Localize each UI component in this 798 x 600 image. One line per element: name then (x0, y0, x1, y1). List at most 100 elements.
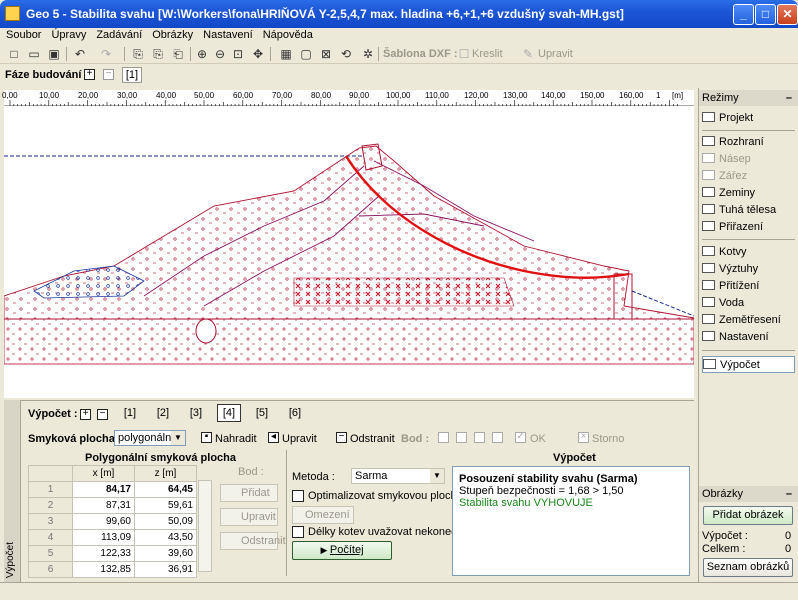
dxf-edit-button[interactable]: Upravit (538, 48, 573, 60)
optimize-checkbox[interactable] (292, 490, 304, 502)
cell-x[interactable]: 122,33 (72, 545, 135, 562)
maximize-button[interactable]: □ (755, 4, 776, 25)
side-tab-vypocet[interactable]: Výpočet (4, 400, 21, 582)
replace-button[interactable]: Nahradit (215, 433, 257, 445)
column-header-z: z [m] (134, 465, 197, 482)
phase-tab-1[interactable]: [1] (122, 67, 142, 83)
calc-tab-2[interactable]: [2] (151, 404, 175, 422)
cell-z[interactable]: 59,61 (134, 497, 197, 514)
ok-button[interactable]: OK (530, 433, 546, 445)
cell-z[interactable]: 36,91 (134, 561, 197, 578)
mode-pritizeni[interactable]: Přitížení (702, 278, 795, 295)
zoom-window-icon[interactable]: ⊡ (230, 46, 246, 62)
menu-nastaveni[interactable]: Nastavení (199, 28, 257, 42)
zoom-in-icon[interactable]: ⊕ (194, 46, 210, 62)
remove-phase-button[interactable]: − (103, 69, 114, 80)
cancel-button[interactable]: Storno (592, 433, 624, 445)
collapse-icon[interactable]: – (786, 486, 792, 502)
frame-icon[interactable]: ▢ (298, 46, 314, 62)
cell-x[interactable]: 113,09 (72, 529, 135, 546)
edit-point-button[interactable]: Upravit (220, 508, 278, 526)
ruler-tick-label: 70,00 (272, 91, 293, 100)
calc-tab-5[interactable]: [5] (250, 404, 274, 422)
cell-z[interactable]: 64,45 (134, 481, 197, 498)
minimize-button[interactable]: _ (733, 4, 754, 25)
horizontal-ruler: 0,00 10,00 20,00 30,00 40,00 50,00 60,00… (2, 90, 694, 106)
zoom-reset-icon[interactable]: ⟲ (338, 46, 354, 62)
save-icon[interactable]: ▣ (46, 46, 62, 62)
table-row[interactable]: 5 122,33 39,60 (28, 545, 197, 562)
mode-tuha-telesa[interactable]: Tuhá tělesa (702, 202, 795, 219)
calc-tab-6[interactable]: [6] (283, 404, 307, 422)
picture-list-button[interactable]: Seznam obrázků (703, 558, 793, 577)
pan-icon[interactable]: ✥ (250, 46, 266, 62)
copy-view-icon[interactable]: ⎘ (130, 46, 146, 62)
compute-button[interactable]: ▶ Počítej (292, 541, 392, 560)
close-button[interactable]: ✕ (777, 4, 798, 25)
table-row[interactable]: 2 87,31 59,61 (28, 497, 197, 514)
menu-obrazky[interactable]: Obrázky (148, 28, 197, 42)
edit-button[interactable]: Upravit (282, 433, 317, 445)
remove-calc-button[interactable]: − (97, 409, 108, 420)
table-row[interactable]: 6 132,85 36,91 (28, 561, 197, 578)
cell-x[interactable]: 132,85 (72, 561, 135, 578)
limits-button[interactable]: Omezení (292, 506, 354, 524)
fit-icon[interactable]: ⊠ (318, 46, 334, 62)
menu-napoveda[interactable]: Nápověda (259, 28, 317, 42)
add-calc-button[interactable]: + (80, 409, 91, 420)
drawing-canvas[interactable] (3, 106, 695, 398)
add-point-button[interactable]: Přidat (220, 484, 278, 502)
mode-zeminy[interactable]: Zeminy (702, 185, 795, 202)
pictures-header-label: Obrázky (702, 488, 743, 500)
dxf-draw-button[interactable]: Kreslit (472, 48, 503, 60)
mode-kotvy[interactable]: Kotvy (702, 244, 795, 261)
surface-type-select[interactable]: polygonální ▼ (114, 430, 186, 446)
cell-x[interactable]: 99,60 (72, 513, 135, 530)
cell-z[interactable]: 43,50 (134, 529, 197, 546)
bod-label: Bod : (401, 433, 430, 445)
zoom-out-icon[interactable]: ⊖ (212, 46, 228, 62)
redo-icon[interactable]: ↷ (98, 46, 114, 62)
cell-z[interactable]: 39,60 (134, 545, 197, 562)
add-phase-button[interactable]: + (84, 69, 95, 80)
add-picture-button[interactable]: Přidat obrázek (703, 506, 793, 525)
table-row[interactable]: 3 99,60 50,09 (28, 513, 197, 530)
collapse-icon[interactable]: – (786, 90, 792, 106)
calc-tab-1[interactable]: [1] (118, 404, 142, 422)
open-file-icon[interactable]: ▭ (26, 46, 42, 62)
menu-upravy[interactable]: Úpravy (47, 28, 90, 42)
anchors-checkbox[interactable] (292, 526, 304, 538)
mode-rozhrani[interactable]: Rozhraní (702, 134, 795, 151)
copy-view2-icon[interactable]: ⎘ (150, 46, 166, 62)
mode-voda[interactable]: Voda (702, 295, 795, 312)
mode-nasep[interactable]: Násep (702, 151, 795, 168)
mode-zemetreseni[interactable]: Zemětřesení (702, 312, 795, 329)
menu-zadavani[interactable]: Zadávání (92, 28, 146, 42)
mode-prirazeni[interactable]: Přiřazení (702, 219, 795, 236)
menu-soubor[interactable]: Soubor (2, 28, 45, 42)
calc-tab-3[interactable]: [3] (184, 404, 208, 422)
table-row[interactable]: 4 113,09 43,50 (28, 529, 197, 546)
stability-verdict: Stabilita svahu VYHOVUJE (459, 497, 593, 509)
mode-zarez[interactable]: Zářez (702, 168, 795, 185)
calc-tab-4[interactable]: [4] (217, 404, 241, 422)
mode-projekt[interactable]: Projekt (702, 110, 795, 127)
cell-z[interactable]: 50,09 (134, 513, 197, 530)
mode-vypocet[interactable]: Výpočet (702, 356, 795, 373)
settings-icon[interactable]: ✲ (360, 46, 376, 62)
remove-button[interactable]: Odstranit (350, 433, 395, 445)
right-panel: Režimy – Projekt Rozhraní Násep Zářez Zem… (698, 88, 798, 582)
remove-point-button[interactable]: Odstranit (220, 532, 286, 550)
rigid-body-icon (702, 204, 715, 214)
mode-nastaveni[interactable]: Nastavení (702, 329, 795, 346)
cell-x[interactable]: 87,31 (72, 497, 135, 514)
paste-icon[interactable]: ⎗ (170, 46, 186, 62)
table-row[interactable]: 1 84,17 64,45 (28, 481, 197, 498)
table-scrollbar[interactable] (198, 480, 212, 572)
new-file-icon[interactable]: □ (6, 46, 22, 62)
cell-x[interactable]: 84,17 (72, 481, 135, 498)
method-select[interactable]: Sarma ▼ (351, 468, 445, 484)
undo-icon[interactable]: ↶ (72, 46, 88, 62)
mode-vyztuhy[interactable]: Výztuhy (702, 261, 795, 278)
grid-icon[interactable]: ▦ (278, 46, 294, 62)
